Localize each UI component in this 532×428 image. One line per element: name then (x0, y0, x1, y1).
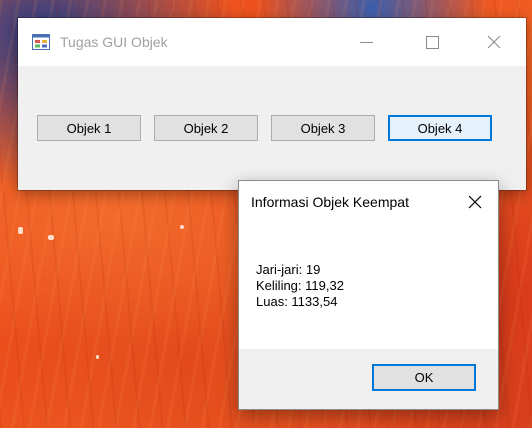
close-button[interactable] (464, 18, 524, 66)
app-window-icon (32, 34, 50, 50)
window-title: Tugas GUI Objek (60, 34, 168, 50)
area-text: Luas: 1133,54 (256, 294, 338, 309)
background-mark (180, 225, 184, 229)
background-mark (48, 235, 54, 240)
dialog-close-button[interactable] (462, 189, 488, 215)
close-icon (468, 195, 482, 209)
dialog-message: Jari-jari: 19 Keliling: 119,32 Luas: 113… (256, 262, 344, 310)
maximize-button[interactable] (402, 18, 462, 66)
ok-button[interactable]: OK (372, 364, 476, 391)
message-dialog: Informasi Objek Keempat Jari-jari: 19 Ke… (238, 180, 499, 410)
background-mark (18, 227, 23, 234)
close-icon (487, 35, 501, 49)
objek-3-button[interactable]: Objek 3 (271, 115, 375, 141)
objek-1-button[interactable]: Objek 1 (37, 115, 141, 141)
objek-2-button[interactable]: Objek 2 (154, 115, 258, 141)
main-window: Tugas GUI Objek Objek 1 Objek 2 Objek 3 … (18, 18, 526, 190)
dialog-title: Informasi Objek Keempat (251, 194, 409, 210)
minimize-button[interactable] (336, 18, 396, 66)
background-mark (96, 355, 99, 359)
radius-text: Jari-jari: 19 (256, 262, 321, 277)
maximize-icon (425, 35, 439, 49)
main-titlebar[interactable]: Tugas GUI Objek (18, 18, 526, 66)
dialog-footer: OK (239, 349, 498, 409)
minimize-icon (359, 41, 373, 43)
objek-4-button[interactable]: Objek 4 (388, 115, 492, 141)
circumference-text: Keliling: 119,32 (256, 278, 344, 293)
